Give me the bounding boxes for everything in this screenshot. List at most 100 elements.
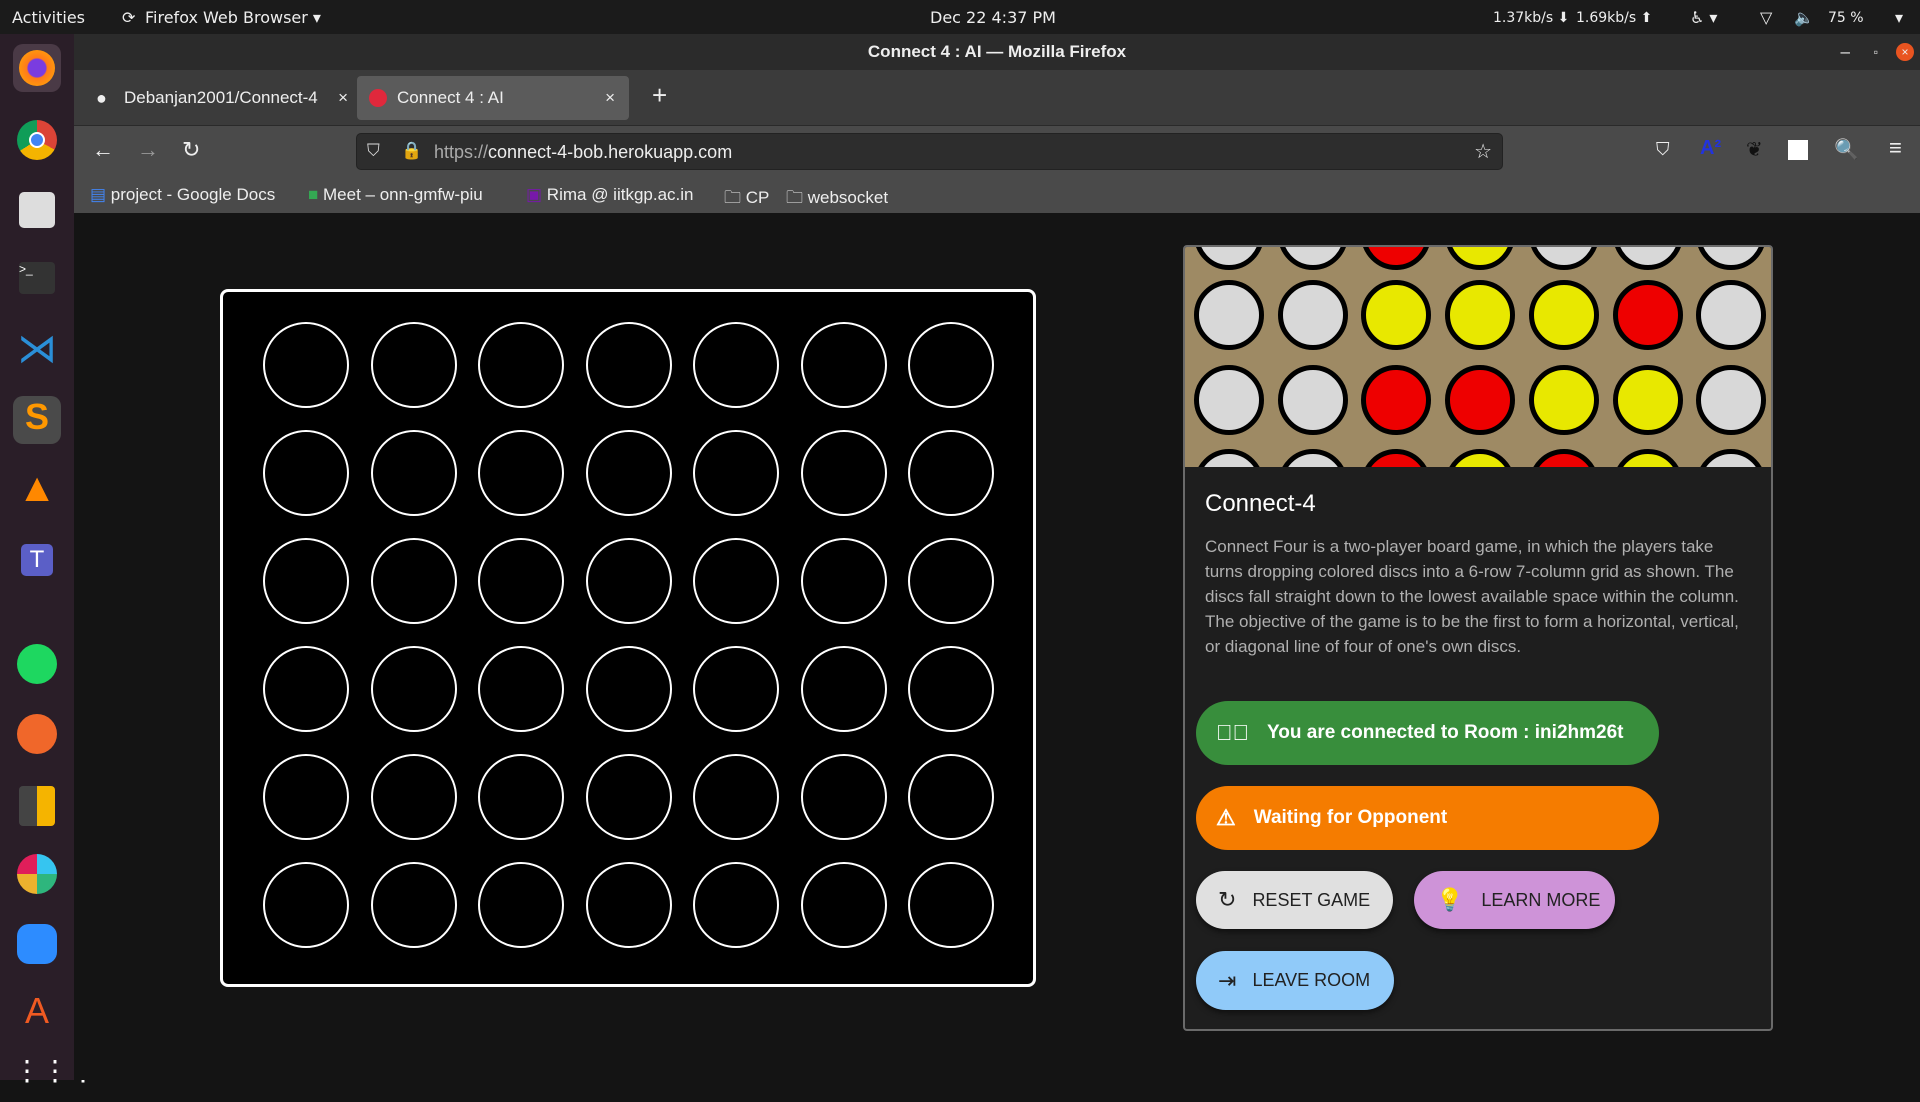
- system-menu-chevron-icon[interactable]: ▾: [1895, 8, 1903, 27]
- board-cell[interactable]: [478, 862, 564, 948]
- board-cell[interactable]: [800, 538, 887, 624]
- reload-button[interactable]: ↻: [182, 137, 200, 163]
- terminal-icon[interactable]: >_: [13, 256, 61, 304]
- close-tab-icon[interactable]: ×: [338, 76, 348, 120]
- app-menu[interactable]: Firefox Web Browser ▾: [145, 8, 321, 27]
- url-bar[interactable]: ⛉ 🔒 https://connect-4-bob.herokuapp.com …: [356, 133, 1503, 170]
- board-cell[interactable]: [370, 646, 457, 732]
- board-cell[interactable]: [693, 646, 779, 732]
- system-top-bar: Activities ⟳ Firefox Web Browser ▾ Dec 2…: [0, 0, 1920, 34]
- board-cell[interactable]: [263, 862, 349, 948]
- new-tab-button[interactable]: +: [652, 80, 667, 111]
- tab-connect4[interactable]: Connect 4 : AI ×: [357, 76, 629, 120]
- url-text[interactable]: https://connect-4-bob.herokuapp.com: [434, 142, 732, 163]
- vlc-icon[interactable]: ▲: [13, 466, 61, 514]
- board-cell[interactable]: [263, 646, 349, 732]
- board-cell[interactable]: [585, 322, 672, 408]
- bookmark-star-icon[interactable]: ☆: [1474, 139, 1492, 164]
- board-cell[interactable]: [800, 322, 887, 408]
- board-cell[interactable]: [693, 430, 779, 516]
- board-cell[interactable]: [800, 862, 887, 948]
- shield-icon[interactable]: ⛉: [367, 141, 380, 161]
- bookmark-folder-websocket[interactable]: 🗀 websocket: [786, 185, 888, 214]
- learn-more-button[interactable]: 💡 LEARN MORE: [1414, 871, 1615, 929]
- board-cell[interactable]: [585, 538, 672, 624]
- spotify-icon[interactable]: [13, 640, 61, 688]
- board-cell[interactable]: [370, 322, 457, 408]
- show-apps-icon[interactable]: ⋮⋮⋮: [13, 1054, 97, 1102]
- bookmark-meet[interactable]: ■ Meet – onn-gmfw-piu: [308, 185, 483, 205]
- calculator-icon[interactable]: [13, 780, 61, 828]
- board-cell[interactable]: [263, 538, 349, 624]
- forward-button[interactable]: →: [137, 137, 159, 163]
- clock[interactable]: Dec 22 4:37 PM: [930, 8, 1056, 27]
- board-cell[interactable]: [585, 754, 672, 840]
- board-cell[interactable]: [478, 646, 564, 732]
- firefox-app-menu-icon: ⟳: [122, 8, 136, 27]
- pocket-icon[interactable]: ⛉: [1656, 139, 1670, 160]
- reset-icon: ↻: [1218, 887, 1237, 912]
- board-cell[interactable]: [478, 754, 564, 840]
- board-cell[interactable]: [263, 754, 349, 840]
- board-cell[interactable]: [370, 538, 457, 624]
- board-cell[interactable]: [478, 538, 564, 624]
- board-cell[interactable]: [908, 538, 994, 624]
- key-extension-icon[interactable]: 🔍: [1834, 137, 1859, 162]
- board-cell[interactable]: [478, 430, 564, 516]
- bookmark-onenote[interactable]: ▣ Rima @ iitkgp.ac.in: [526, 185, 694, 205]
- board-cell[interactable]: [908, 862, 994, 948]
- board-cell[interactable]: [478, 322, 564, 408]
- bookmark-folder-cp[interactable]: 🗀 CP: [724, 185, 769, 214]
- chart-extension-icon[interactable]: [1788, 140, 1808, 160]
- board-cell[interactable]: [263, 322, 349, 408]
- preview-disc: [1445, 365, 1516, 435]
- volume-icon[interactable]: 🔈: [1794, 8, 1814, 27]
- close-window-button[interactable]: ×: [1896, 43, 1914, 61]
- tab-github[interactable]: ● Debanjan2001/Connect-4 ×: [84, 76, 354, 120]
- battery-indicator[interactable]: 75 %: [1828, 10, 1864, 26]
- board-cell[interactable]: [908, 646, 994, 732]
- minimize-button[interactable]: –: [1841, 34, 1850, 70]
- reset-game-button[interactable]: ↻ RESET GAME: [1196, 871, 1393, 929]
- drawing-icon[interactable]: [13, 710, 61, 758]
- sublime-icon[interactable]: S: [13, 396, 61, 444]
- accessibility-icon[interactable]: ♿ ▾: [1690, 8, 1717, 27]
- board-cell[interactable]: [370, 430, 457, 516]
- menu-icon[interactable]: ≡: [1889, 135, 1902, 161]
- wifi-icon[interactable]: ▽: [1760, 8, 1772, 27]
- board-cell[interactable]: [693, 322, 779, 408]
- board-cell[interactable]: [908, 430, 994, 516]
- files-icon[interactable]: [13, 186, 61, 234]
- firefox-icon[interactable]: [13, 44, 61, 92]
- board-cell[interactable]: [585, 646, 672, 732]
- board-cell[interactable]: [800, 430, 887, 516]
- lock-icon[interactable]: 🔒: [401, 141, 422, 161]
- github-icon: ●: [96, 88, 107, 108]
- board-cell[interactable]: [693, 538, 779, 624]
- software-center-icon[interactable]: A: [13, 990, 61, 1038]
- board-cell[interactable]: [263, 430, 349, 516]
- leave-room-button[interactable]: ⇥ LEAVE ROOM: [1196, 951, 1394, 1010]
- board-cell[interactable]: [693, 862, 779, 948]
- board-cell[interactable]: [908, 754, 994, 840]
- vscode-icon[interactable]: ⋊: [13, 326, 61, 374]
- activities-button[interactable]: Activities: [12, 8, 85, 27]
- teams-icon[interactable]: T: [13, 536, 61, 584]
- close-tab-icon[interactable]: ×: [605, 76, 615, 120]
- chrome-icon[interactable]: [13, 116, 61, 164]
- board-cell[interactable]: [370, 862, 457, 948]
- font-extension-icon[interactable]: A²: [1700, 137, 1721, 160]
- back-button[interactable]: ←: [92, 137, 114, 163]
- board-cell[interactable]: [908, 322, 994, 408]
- board-cell[interactable]: [693, 754, 779, 840]
- board-cell[interactable]: [370, 754, 457, 840]
- footprint-extension-icon[interactable]: ❦: [1746, 137, 1763, 162]
- bookmark-google-docs[interactable]: ▤ project - Google Docs: [90, 185, 275, 205]
- board-cell[interactable]: [800, 646, 887, 732]
- board-cell[interactable]: [800, 754, 887, 840]
- slack-icon[interactable]: [13, 850, 61, 898]
- board-cell[interactable]: [585, 430, 672, 516]
- board-cell[interactable]: [585, 862, 672, 948]
- maximize-button[interactable]: ▫: [1874, 34, 1878, 70]
- zoom-icon[interactable]: [13, 920, 61, 968]
